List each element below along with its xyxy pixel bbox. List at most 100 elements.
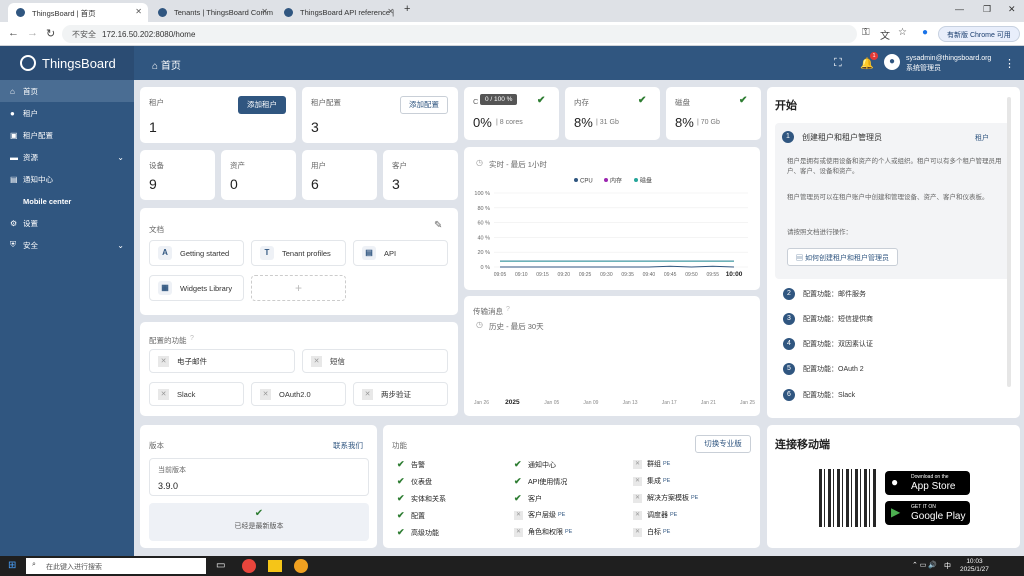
reload-icon[interactable]: ↻ [46,27,55,40]
step-3[interactable]: 3 配置功能：短信提供商 [783,313,873,325]
tenant-profiles-card[interactable]: 租户配置 3 添加配置 [302,87,458,143]
step-2[interactable]: 2 配置功能：邮件服务 [783,288,866,300]
app-taskbar-icon[interactable] [294,559,308,573]
sidebar-item-resources[interactable]: ▬ 资源 ⌄ [0,146,134,168]
feature-api-usage: ✔ API使用情况 [514,476,568,486]
doc-link-api[interactable]: ▤ API [353,240,448,266]
sidebar-item-settings[interactable]: ⚙ 设置 [0,212,134,234]
sidebar-item-home[interactable]: ⌂ 首页 [0,80,134,102]
translate-icon[interactable]: 文 [880,27,890,42]
feature-slack[interactable]: ✕ Slack [149,382,244,406]
system-tray-icons[interactable]: ⌃ ▭ 🔊 [912,561,937,569]
key-icon[interactable]: ⚿ [862,27,870,38]
contact-us-link[interactable]: 联系我们 [333,440,363,451]
ime-indicator[interactable]: 中 [944,561,951,571]
sidebar-item-tenant-profiles[interactable]: ▣ 租户配置 [0,124,134,146]
feature-alarms: ✔ 告警 [397,459,425,469]
app-header: ⌂ 首页 ⛶ 🔔 1 ● sysadmin@thingsboard.org 系统管… [134,46,1024,80]
chrome-update-button[interactable]: 有新版 Chrome 可用 [938,26,1020,42]
add-doc-link-button[interactable]: + [251,275,346,301]
doc-link-tenant-profiles[interactable]: T Tenant profiles [251,240,346,266]
doc-link-widgets-library[interactable]: ▦ Widgets Library [149,275,244,301]
play-icon: ▶ [891,505,901,519]
series-line-0 [500,265,735,268]
page-title: ⌂ 首页 [152,61,181,72]
add-profile-button[interactable]: 添加配置 [400,96,448,114]
back-icon[interactable]: ← [8,27,19,39]
browser-tab-home[interactable]: ThingsBoard | 首页 ✕ [8,3,148,22]
step-1[interactable]: 1 创建租户和租户管理员 [782,131,882,143]
new-tab-button[interactable]: + [404,3,410,15]
create-tenant-doc-button[interactable]: ▤ 如何创建租户和租户管理员 [787,248,898,266]
upgrade-to-pe-button[interactable]: 切换专业版 [695,435,751,453]
cpu-card: C 0 / 100 % ✔ 0% | 8 cores [464,87,559,140]
task-view-icon[interactable]: ▭ [216,560,225,571]
x-tick-label: Jan 05 [544,400,559,406]
qr-code[interactable] [819,469,877,527]
edit-icon[interactable]: ✎ [434,220,442,231]
taskbar-search-input[interactable]: ⌕ 在此键入进行搜索 [26,558,206,574]
file-explorer-icon[interactable] [268,560,282,572]
close-icon[interactable]: ✕ [387,7,394,16]
step-1-panel: 1 创建租户和租户管理员 租户 租户是拥有或使用设备和资产的个人或组织。租户可以有… [775,123,1010,279]
security-warning[interactable]: 不安全 [72,30,96,39]
fullscreen-icon[interactable]: ⛶ [834,57,842,70]
profile-icon[interactable]: ● [922,27,928,38]
tenants-card[interactable]: 租户 1 添加租户 [140,87,296,143]
google-play-button[interactable]: ▶ GET IT ON Google Play [885,501,970,525]
avatar[interactable]: ● [884,54,900,70]
feature-email[interactable]: ✕ 电子邮件 [149,349,295,373]
feature-oauth2[interactable]: ✕ OAuth2.0 [251,382,346,406]
devices-card[interactable]: 设备 9 [140,150,215,200]
x-tick-label: 09:25 [579,272,592,278]
restore-icon[interactable]: ❐ [983,4,991,15]
windows-start-icon[interactable]: ⊞ [8,560,16,571]
doc-link-getting-started[interactable]: A Getting started [149,240,244,266]
chart-icon: ▤ [362,246,376,260]
feature-advanced: ✔ 高级功能 [397,527,439,537]
feature-groups: ✕ 群组 PE [633,459,671,469]
sidebar-item-tenants[interactable]: ● 租户 [0,102,134,124]
step-4[interactable]: 4 配置功能：双因素认证 [783,338,873,350]
inbox-icon: ▤ [10,174,18,184]
sidebar-item-mobile-center[interactable]: Mobile center [0,190,134,212]
star-icon[interactable]: ☆ [898,27,907,38]
close-icon: ✕ [514,527,523,537]
forward-icon[interactable]: → [27,27,38,39]
scrollbar[interactable] [1007,97,1011,387]
customers-card[interactable]: 客户 3 [383,150,458,200]
feature-2fa[interactable]: ✕ 两步验证 [353,382,448,406]
feature-solution-templates: ✕ 解决方案模板 PE [633,493,699,503]
windows-taskbar: ⊞ ⌕ 在此键入进行搜索 ▭ ⌃ ▭ 🔊 中 10:03 2025/1/27 [0,556,1024,576]
add-tenant-button[interactable]: 添加租户 [238,96,286,114]
window-close-icon[interactable]: ✕ [1008,4,1016,15]
browser-tab-tenants[interactable]: Tenants | ThingsBoard Comm ✕ [150,3,274,22]
user-info[interactable]: sysadmin@thingsboard.org 系统管理员 [906,54,991,74]
tenants-link[interactable]: 租户 [975,133,989,143]
assets-card[interactable]: 资产 0 [221,150,296,200]
close-icon: ✕ [633,476,642,486]
brand-logo[interactable]: ThingsBoard [0,46,134,80]
chrome-taskbar-icon[interactable] [242,559,256,573]
close-icon: ✕ [633,510,642,520]
step-6[interactable]: 6 配置功能：Slack [783,389,855,401]
close-icon[interactable]: ✕ [135,7,142,16]
url-input[interactable]: 不安全 172.16.50.202:8080/home [62,25,857,43]
url-text: 172.16.50.202:8080/home [102,30,196,39]
sidebar-item-notification-center[interactable]: ▤ 通知中心 [0,168,134,190]
close-icon[interactable]: ✕ [261,7,268,16]
clock[interactable]: 10:03 2025/1/27 [960,558,989,574]
more-vert-icon[interactable]: ⋮ [1004,57,1015,70]
users-card[interactable]: 用户 6 [302,150,377,200]
feature-sms[interactable]: ✕ 短信 [302,349,448,373]
getting-started-card: 开始 1 创建租户和租户管理员 租户 租户是拥有或使用设备和资产的个人或组织。租户… [767,87,1020,418]
x-tick-label: Jan 09 [583,400,598,406]
minimize-icon[interactable]: — [955,4,964,14]
step-5[interactable]: 5 配置功能：OAuth 2 [783,363,864,375]
configured-features-card: 配置的功能 ? ✕ 电子邮件 ✕ 短信 ✕ Slack ✕ OAuth2.0 ✕ 两步验证 [140,322,458,416]
feature-dashboards: ✔ 仪表盘 [397,476,432,486]
app-store-button[interactable]: ● Download on the App Store [885,471,970,495]
help-icon[interactable]: ? [190,335,194,342]
sidebar-item-security[interactable]: ⛨ 安全 ⌄ [0,234,134,256]
browser-tab-api[interactable]: ThingsBoard API reference | ✕ [276,3,400,22]
